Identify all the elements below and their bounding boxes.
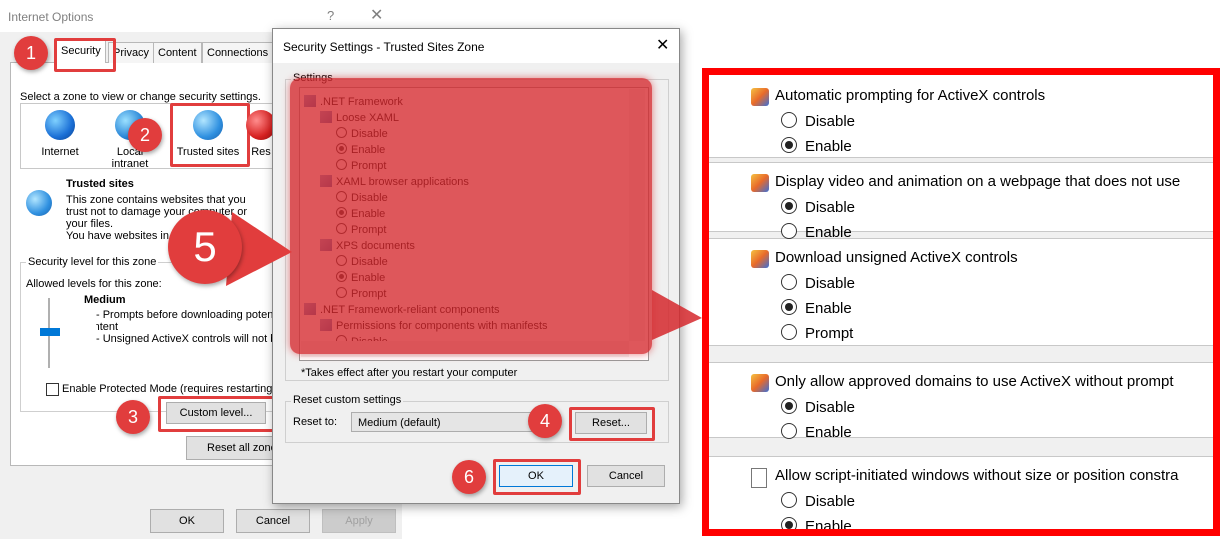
- radio-icon: [781, 324, 797, 340]
- callout-6: 6: [452, 460, 486, 494]
- zoom-radio-option[interactable]: Prompt: [781, 324, 853, 342]
- zoom-setting-title: Display video and animation on a webpage…: [775, 173, 1181, 190]
- zoom-setting-title: Download unsigned ActiveX controls: [775, 249, 1018, 266]
- radio-icon: [781, 492, 797, 508]
- zoom-option-label: Disable: [805, 199, 856, 216]
- activex-shield-icon: [751, 374, 769, 392]
- zoom-row-separator: [709, 345, 1213, 363]
- activex-shield-icon: [751, 174, 769, 192]
- zoom-option-label: Disable: [805, 275, 856, 292]
- zoom-option-label: Enable: [805, 424, 852, 441]
- zoom-option-label: Enable: [805, 138, 852, 155]
- activex-shield-icon: [751, 250, 769, 268]
- radio-icon: [781, 517, 797, 529]
- zoom-option-label: Enable: [805, 518, 852, 535]
- zoom-radio-option[interactable]: Disable: [781, 198, 855, 216]
- zoomed-settings-panel: Automatic prompting for ActiveX controls…: [702, 68, 1220, 536]
- zoom-radio-option[interactable]: Enable: [781, 137, 852, 155]
- radio-icon: [781, 137, 797, 153]
- callout-5: 5: [168, 210, 242, 284]
- zoom-radio-option[interactable]: Enable: [781, 423, 852, 441]
- activex-shield-icon: [751, 88, 769, 106]
- radio-icon: [781, 274, 797, 290]
- zoom-setting-title: Automatic prompting for ActiveX controls: [775, 87, 1046, 104]
- zoom-connector-arrow: [652, 290, 702, 340]
- zoom-option-label: Enable: [805, 224, 852, 241]
- zoom-radio-option[interactable]: Disable: [781, 112, 855, 130]
- radio-icon: [781, 423, 797, 439]
- zoom-radio-option[interactable]: Disable: [781, 274, 855, 292]
- radio-icon: [781, 223, 797, 239]
- zoom-radio-option[interactable]: Disable: [781, 492, 855, 510]
- callout-1: 1: [14, 36, 48, 70]
- zoom-setting-title: Only allow approved domains to use Activ…: [775, 373, 1174, 390]
- callout-2: 2: [128, 118, 162, 152]
- zoom-radio-option[interactable]: Enable: [781, 223, 852, 241]
- radio-icon: [781, 299, 797, 315]
- callout-4: 4: [528, 404, 562, 438]
- zoom-radio-option[interactable]: Enable: [781, 299, 852, 317]
- zoom-radio-option[interactable]: Enable: [781, 517, 852, 535]
- radio-icon: [781, 112, 797, 128]
- zoom-setting-title: Allow script-initiated windows without s…: [775, 467, 1179, 484]
- zoom-option-label: Enable: [805, 300, 852, 317]
- zoom-option-label: Prompt: [805, 325, 854, 342]
- zoom-radio-option[interactable]: Disable: [781, 398, 855, 416]
- zoom-option-label: Disable: [805, 399, 856, 416]
- radio-icon: [781, 198, 797, 214]
- document-icon: [751, 468, 767, 488]
- zoom-option-label: Disable: [805, 493, 856, 510]
- radio-icon: [781, 398, 797, 414]
- zoom-option-label: Disable: [805, 113, 856, 130]
- zoom-row-separator: [709, 157, 1213, 163]
- callout-3: 3: [116, 400, 150, 434]
